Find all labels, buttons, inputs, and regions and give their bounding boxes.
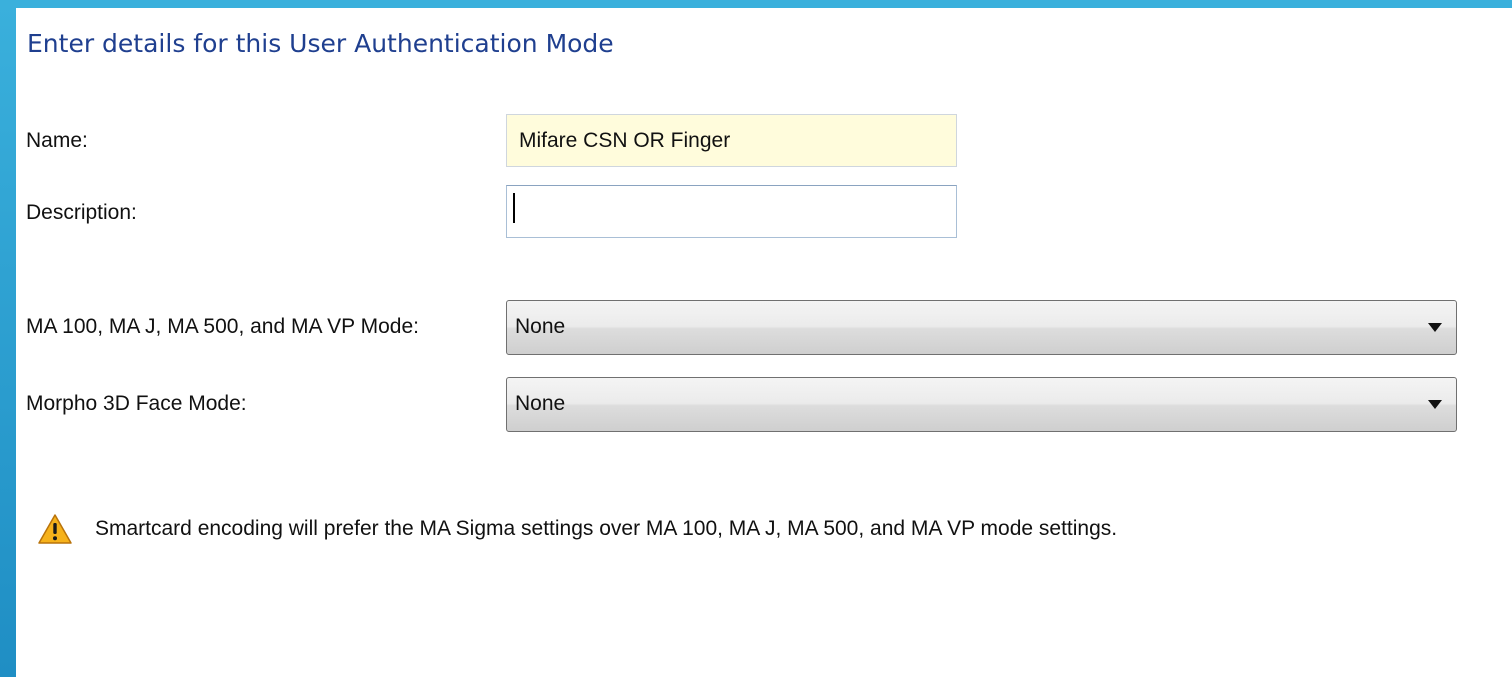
description-label: Description: bbox=[26, 201, 137, 224]
chevron-down-icon bbox=[1428, 400, 1442, 409]
text-cursor bbox=[513, 193, 515, 223]
morpho-face-mode-select[interactable]: None bbox=[506, 377, 1457, 432]
chevron-down-icon bbox=[1428, 323, 1442, 332]
name-label: Name: bbox=[26, 129, 88, 152]
description-field[interactable] bbox=[506, 185, 957, 238]
details-panel: Enter details for this User Authenticati… bbox=[16, 8, 1512, 677]
ma-mode-selected-value: None bbox=[515, 315, 566, 338]
ma-mode-select[interactable]: None bbox=[506, 300, 1457, 355]
morpho-face-mode-selected-value: None bbox=[515, 392, 566, 415]
warning-message: Smartcard encoding will prefer the MA Si… bbox=[95, 517, 1118, 540]
warning-icon bbox=[37, 513, 73, 545]
name-field[interactable] bbox=[506, 114, 957, 167]
ma-mode-label: MA 100, MA J, MA 500, and MA VP Mode: bbox=[26, 315, 419, 338]
page-title: Enter details for this User Authenticati… bbox=[27, 29, 614, 58]
morpho-face-mode-label: Morpho 3D Face Mode: bbox=[26, 392, 247, 415]
